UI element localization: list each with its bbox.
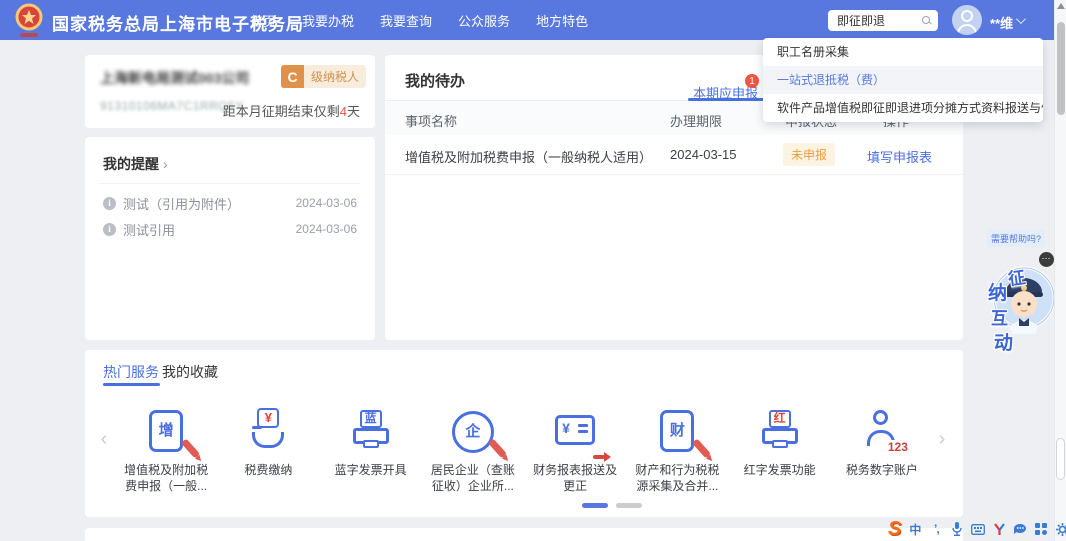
todo-item-deadline: 2024-03-15 bbox=[670, 147, 737, 162]
taxpayer-card: 上海新电局测试003公司 C 级纳税人 91310106MA7C1RRQ5Y 距… bbox=[85, 55, 375, 128]
dropdown-item-roster[interactable]: 职工名册采集 bbox=[763, 38, 1043, 66]
reminder-date: 2024-03-06 bbox=[296, 222, 357, 236]
scrollbar-thumb[interactable] bbox=[1057, 22, 1065, 115]
credit-grade-badge: C 级纳税人 bbox=[281, 65, 366, 88]
tab-hot-services[interactable]: 热门服务 bbox=[103, 362, 159, 382]
service-blue-invoice[interactable]: 蓝 蓝字发票开具 bbox=[320, 408, 422, 494]
reminder-date: 2024-03-06 bbox=[296, 196, 357, 210]
chevron-right-icon: › bbox=[163, 156, 168, 172]
carousel-next-icon[interactable]: › bbox=[935, 428, 949, 451]
nav-public-service[interactable]: 公众服务 bbox=[458, 11, 510, 30]
scroll-up-icon[interactable] bbox=[1057, 3, 1065, 9]
info-icon: i bbox=[103, 197, 116, 210]
punctuation-icon[interactable]: ’, bbox=[929, 522, 943, 536]
nav-query[interactable]: 我要查询 bbox=[380, 11, 432, 30]
search-icon[interactable] bbox=[922, 16, 932, 26]
keyboard-icon[interactable] bbox=[971, 522, 985, 536]
company-name: 上海新电局测试003公司 bbox=[100, 68, 249, 88]
carousel-prev-icon[interactable]: ‹ bbox=[97, 428, 111, 451]
microphone-icon[interactable] bbox=[950, 522, 964, 536]
col-deadline: 办理期限 bbox=[670, 111, 722, 130]
chinese-mode-icon[interactable]: 中 bbox=[908, 522, 922, 536]
dropdown-item-software-vat[interactable]: 软件产品增值税即征即退进项分摊方式资料报送与信息采集 bbox=[763, 94, 1043, 122]
assistant-widget[interactable]: 需要帮助吗? ⋯ 征 纳 互 动 bbox=[980, 228, 1056, 338]
todo-count-badge: 1 bbox=[745, 74, 759, 88]
nav-home[interactable]: 首页 bbox=[250, 11, 276, 30]
circle-pencil-icon: 企 bbox=[449, 408, 497, 456]
mascot-char: 征 bbox=[1006, 263, 1026, 290]
dropdown-item-onestop-refund[interactable]: 一站式退抵税（费） bbox=[763, 66, 1043, 94]
mascot-char: 动 bbox=[994, 328, 1013, 355]
avatar[interactable] bbox=[952, 5, 982, 35]
services-card: 热门服务 我的收藏 ‹ › 增 增值税及附加税费申报（一般... ¥ 税费缴纳 … bbox=[85, 350, 963, 517]
hand-pay-icon: ¥ bbox=[244, 408, 292, 456]
reminders-card: 我的提醒› i 测试（引用为附件） 2024-03-06 i 测试引用 2024… bbox=[85, 137, 375, 340]
doc-pencil-icon: 财 bbox=[653, 408, 701, 456]
grade-label: 级纳税人 bbox=[304, 65, 366, 88]
service-digital-account[interactable]: 123 税务数字账户 bbox=[831, 408, 933, 494]
carousel-dot-active[interactable] bbox=[582, 503, 608, 508]
main-nav: 首页 我要办税 我要查询 公众服务 地方特色 bbox=[250, 0, 588, 40]
carousel-dot[interactable] bbox=[616, 503, 642, 508]
card-arrow-icon: ¥ bbox=[551, 408, 599, 456]
printer-icon: 蓝 bbox=[347, 408, 395, 456]
grade-letter: C bbox=[281, 65, 304, 88]
search-results-dropdown: 职工名册采集 一站式退抵税（费） 软件产品增值税即征即退进项分摊方式资料报送与信… bbox=[763, 38, 1043, 122]
page: 国家税务总局上海市电子税务局 首页 我要办税 我要查询 公众服务 地方特色 即征… bbox=[0, 0, 1066, 541]
tax-officer-mascot-icon[interactable]: 征 纳 互 动 bbox=[986, 248, 1054, 343]
nav-local-feature[interactable]: 地方特色 bbox=[536, 11, 588, 30]
status-badge: 未申报 bbox=[783, 143, 835, 166]
todo-item-name: 增值税及附加税费申报（一般纳税人适用） bbox=[405, 147, 652, 166]
service-financial-report[interactable]: ¥ 财务报表报送及更正 bbox=[524, 408, 626, 494]
chat-bubble-icon[interactable] bbox=[1013, 522, 1027, 536]
carousel-indicators bbox=[582, 503, 642, 508]
service-vat-filing[interactable]: 增 增值税及附加税费申报（一般... bbox=[115, 408, 217, 494]
service-property-behavior-tax[interactable]: 财 财产和行为税税源采集及合并... bbox=[626, 408, 728, 494]
nav-do-tax[interactable]: 我要办税 bbox=[302, 11, 354, 30]
national-emblem-icon bbox=[12, 3, 46, 37]
apps-grid-icon[interactable] bbox=[1034, 522, 1048, 536]
printer-icon: 红 bbox=[756, 408, 804, 456]
skin-icon[interactable] bbox=[992, 522, 1006, 536]
username[interactable]: **维 bbox=[990, 13, 1013, 32]
service-resident-enterprise[interactable]: 企 居民企业（查账征收）企业所... bbox=[422, 408, 524, 494]
ime-toolbar: S 中 ’, bbox=[888, 518, 1066, 540]
search-value[interactable]: 即征即退 bbox=[837, 12, 922, 29]
active-tab-indicator bbox=[103, 383, 160, 386]
todo-title: 我的待办 bbox=[405, 70, 465, 91]
fill-return-link[interactable]: 填写申报表 bbox=[867, 147, 932, 166]
col-item-name: 事项名称 bbox=[405, 111, 457, 130]
deadline-days: 4 bbox=[340, 104, 347, 119]
assistant-tooltip: 需要帮助吗? bbox=[987, 230, 1045, 247]
reminder-item[interactable]: i 测试引用 2024-03-06 bbox=[103, 221, 357, 237]
service-grid: 增 增值税及附加税费申报（一般... ¥ 税费缴纳 蓝 蓝字发票开具 企 bbox=[115, 408, 933, 494]
filing-deadline-text: 距本月征期结束仅剩4天 bbox=[223, 101, 360, 120]
tab-my-favorites[interactable]: 我的收藏 bbox=[162, 362, 218, 382]
next-section-card bbox=[85, 528, 963, 541]
info-icon: i bbox=[103, 223, 116, 236]
mascot-char: 互 bbox=[991, 304, 1008, 329]
settings-gear-icon[interactable] bbox=[1055, 522, 1066, 536]
service-tax-payment[interactable]: ¥ 税费缴纳 bbox=[217, 408, 319, 494]
sogou-logo-icon[interactable]: S bbox=[888, 519, 901, 539]
avatar-person-icon bbox=[961, 10, 973, 22]
tax-bureau-logo bbox=[12, 3, 46, 37]
reminders-title[interactable]: 我的提醒› bbox=[103, 154, 168, 174]
header-bar: 国家税务总局上海市电子税务局 首页 我要办税 我要查询 公众服务 地方特色 即征… bbox=[0, 0, 1066, 40]
mascot-char: 纳 bbox=[988, 278, 1007, 305]
service-red-invoice[interactable]: 红 红字发票功能 bbox=[729, 408, 831, 494]
divider bbox=[100, 183, 360, 184]
side-handle[interactable] bbox=[1056, 438, 1065, 480]
search-input[interactable]: 即征即退 bbox=[828, 10, 938, 31]
person-icon: 123 bbox=[858, 408, 906, 456]
user-chevron-down-icon[interactable] bbox=[1016, 14, 1026, 24]
logo-caption bbox=[20, 33, 38, 37]
table-row: 增值税及附加税费申报（一般纳税人适用） 2024-03-15 未申报 填写申报表 bbox=[385, 135, 963, 175]
doc-pencil-icon: 增 bbox=[142, 408, 190, 456]
reminder-item[interactable]: i 测试（引用为附件） 2024-03-06 bbox=[103, 195, 357, 211]
